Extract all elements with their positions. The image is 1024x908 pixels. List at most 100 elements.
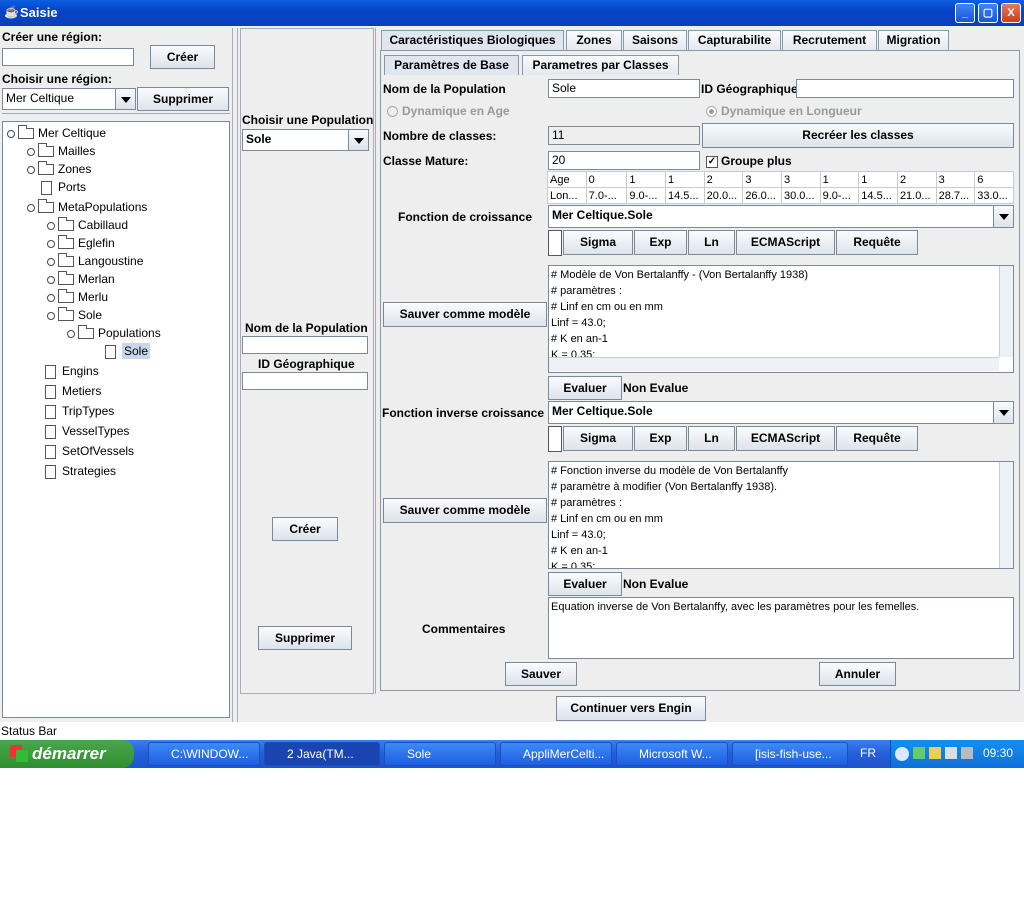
- requete-button-2[interactable]: Requête: [836, 426, 918, 451]
- tree-node-sole[interactable]: Sole: [47, 307, 102, 322]
- folder-tray-icon[interactable]: [929, 747, 941, 759]
- inverse-editor-vscrollbar[interactable]: [999, 462, 1013, 568]
- table-cell[interactable]: Lon...: [547, 187, 587, 204]
- taskbar-item-word[interactable]: Microsoft W...: [616, 742, 728, 766]
- language-indicator[interactable]: FR: [860, 746, 876, 760]
- tree-node-zones[interactable]: Zones: [27, 161, 91, 176]
- tree-node-vesseltypes[interactable]: VesselTypes: [43, 424, 129, 439]
- chevron-down-icon[interactable]: [348, 130, 368, 150]
- close-button[interactable]: X: [1001, 3, 1021, 23]
- inverse-growth-select[interactable]: Mer Celtique.Sole: [548, 401, 1014, 424]
- tree-node-merlan[interactable]: Merlan: [47, 271, 115, 286]
- population-name-input[interactable]: [242, 336, 368, 354]
- table-cell[interactable]: 9.0-...: [626, 187, 666, 204]
- window-titlebar[interactable]: ☕ Saisie _ ▢ X: [0, 0, 1024, 26]
- maximize-button[interactable]: ▢: [978, 3, 998, 23]
- delete-population-button[interactable]: Supprimer: [258, 626, 352, 650]
- requete-button[interactable]: Requête: [836, 230, 918, 255]
- create-region-button[interactable]: Créer: [150, 45, 215, 69]
- table-cell[interactable]: 28.7...: [935, 187, 976, 204]
- evaluate-button[interactable]: Evaluer: [548, 376, 622, 400]
- expand-handle-icon[interactable]: [47, 257, 55, 266]
- table-cell[interactable]: 6: [974, 171, 1014, 188]
- tab-capturabilite[interactable]: Capturabilite: [688, 30, 781, 50]
- table-cell[interactable]: 0: [585, 171, 628, 188]
- table-cell[interactable]: 1: [665, 171, 705, 188]
- radio-age[interactable]: Dynamique en Age: [387, 104, 510, 118]
- tray-arrow-icon[interactable]: [895, 747, 909, 761]
- tab-zones[interactable]: Zones: [566, 30, 622, 50]
- calculator-icon[interactable]: [548, 426, 562, 452]
- tree-node-ports[interactable]: Ports: [39, 180, 86, 195]
- chevron-down-icon[interactable]: [993, 206, 1013, 227]
- tree-node-populations[interactable]: Populations: [67, 325, 161, 340]
- table-cell[interactable]: 21.0...: [896, 187, 937, 204]
- expand-handle-icon[interactable]: [47, 239, 55, 248]
- chevron-down-icon[interactable]: [993, 402, 1013, 423]
- tree-node-metapopulations[interactable]: MetaPopulations: [27, 199, 147, 214]
- expand-handle-icon[interactable]: [47, 275, 55, 284]
- taskbar-item-mail[interactable]: [isis-fish-use...: [732, 742, 848, 766]
- continue-to-engin-button[interactable]: Continuer vers Engin: [556, 696, 706, 721]
- expand-handle-icon[interactable]: [47, 221, 55, 230]
- table-cell[interactable]: 2: [896, 171, 937, 188]
- subtab-classes[interactable]: Parametres par Classes: [522, 55, 679, 75]
- save-model-button-2[interactable]: Sauver comme modèle: [383, 498, 547, 523]
- table-cell[interactable]: 2: [703, 171, 744, 188]
- create-region-input[interactable]: [2, 48, 134, 66]
- network-icon[interactable]: [913, 747, 925, 759]
- expand-handle-icon[interactable]: [27, 203, 35, 212]
- save-button[interactable]: Sauver: [505, 662, 577, 686]
- table-cell[interactable]: 1: [858, 171, 898, 188]
- ln-button[interactable]: Ln: [688, 230, 735, 255]
- table-cell[interactable]: 20.0...: [703, 187, 744, 204]
- create-population-button[interactable]: Créer: [272, 517, 338, 541]
- expand-handle-icon[interactable]: [47, 293, 55, 302]
- expand-handle-icon[interactable]: [27, 165, 35, 174]
- table-cell[interactable]: 3: [742, 171, 782, 188]
- growth-editor-vscrollbar[interactable]: [999, 266, 1013, 357]
- growth-function-select[interactable]: Mer Celtique.Sole: [548, 205, 1014, 228]
- delete-region-button[interactable]: Supprimer: [137, 87, 229, 111]
- subtab-base[interactable]: Paramètres de Base: [384, 55, 519, 75]
- exp-button[interactable]: Exp: [634, 230, 687, 255]
- tree-node-setofvessels[interactable]: SetOfVessels: [43, 444, 134, 459]
- split-divider[interactable]: [2, 113, 230, 119]
- table-cell[interactable]: 3: [935, 171, 976, 188]
- table-cell[interactable]: 33.0...: [974, 187, 1014, 204]
- tree-node-cabillaud[interactable]: Cabillaud: [47, 217, 128, 232]
- ln-button-2[interactable]: Ln: [688, 426, 735, 451]
- table-cell[interactable]: 26.0...: [742, 187, 782, 204]
- taskbar-item-cmd[interactable]: C:\WINDOW...: [148, 742, 260, 766]
- left-splitter[interactable]: [232, 28, 238, 722]
- start-button[interactable]: démarrer: [0, 740, 134, 768]
- population-select[interactable]: Sole: [242, 129, 369, 151]
- tree-node-merlu[interactable]: Merlu: [47, 289, 108, 304]
- minimize-button[interactable]: _: [955, 3, 975, 23]
- right-splitter[interactable]: [375, 28, 379, 694]
- geo-id-input[interactable]: [242, 372, 368, 390]
- tab-migration[interactable]: Migration: [878, 30, 949, 50]
- table-cell[interactable]: 14.5...: [858, 187, 898, 204]
- table-cell[interactable]: 9.0-...: [819, 187, 860, 204]
- expand-handle-icon[interactable]: [7, 129, 15, 138]
- calculator-icon[interactable]: [548, 230, 562, 256]
- table-cell[interactable]: 1: [819, 171, 860, 188]
- tab-saisons[interactable]: Saisons: [623, 30, 687, 50]
- evaluate-button-2[interactable]: Evaluer: [548, 572, 622, 596]
- chevron-down-icon[interactable]: [115, 89, 135, 109]
- table-cell[interactable]: 3: [780, 171, 821, 188]
- taskbar-item-sole[interactable]: Sole: [384, 742, 496, 766]
- expand-handle-icon[interactable]: [27, 147, 35, 156]
- classes-table[interactable]: Age 0 1 1 2 3 3 1 1 2 3 6 Lon... 7.0-... 9.0-... 14.5.…: [547, 171, 1014, 204]
- mature-class-input[interactable]: 20: [548, 151, 700, 170]
- inverse-code-editor[interactable]: # Fonction inverse du modèle de Von Bert…: [548, 461, 1014, 569]
- tree-node-eglefin[interactable]: Eglefin: [47, 235, 115, 250]
- table-cell[interactable]: 1: [626, 171, 666, 188]
- pop-name-input[interactable]: Sole: [548, 79, 700, 98]
- tree-node-strategies[interactable]: Strategies: [43, 464, 116, 479]
- tab-recrutement[interactable]: Recrutement: [782, 30, 877, 50]
- hardware-icon[interactable]: [945, 747, 957, 759]
- sigma-button[interactable]: Sigma: [563, 230, 633, 255]
- expand-handle-icon[interactable]: [47, 311, 55, 320]
